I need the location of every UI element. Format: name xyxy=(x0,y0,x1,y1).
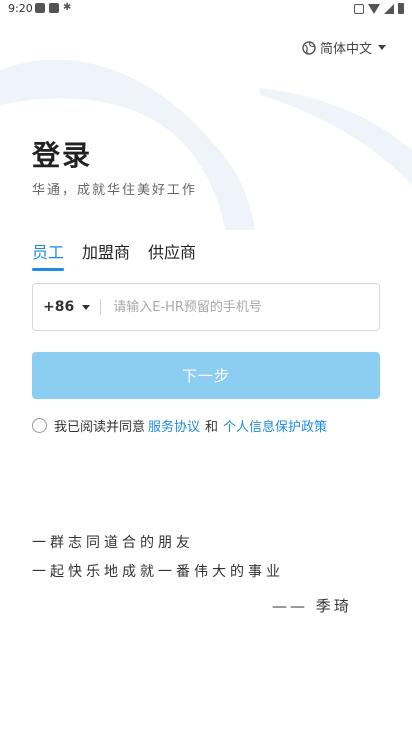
service-agreement-link[interactable]: 服务协议 xyxy=(148,416,200,435)
phone-field: +86 xyxy=(32,283,380,331)
wifi-icon xyxy=(368,3,380,14)
status-bar: 9:20 ✱ xyxy=(0,0,412,18)
battery-icon xyxy=(398,3,404,14)
tab-employee[interactable]: 员工 xyxy=(32,239,65,271)
divider xyxy=(100,299,102,315)
agreement-checkbox[interactable] xyxy=(32,418,47,433)
chevron-down-icon xyxy=(82,304,91,310)
agreement-row: 我已阅读并同意 服务协议 和 个人信息保护政策 xyxy=(32,416,327,435)
background-swoosh xyxy=(0,59,412,230)
country-code-selector[interactable]: +86 xyxy=(33,299,91,315)
agreement-prefix: 我已阅读并同意 xyxy=(54,420,146,435)
quote-author: —— 季琦 xyxy=(272,597,352,615)
app-notification-icon xyxy=(49,3,59,13)
phone-input[interactable] xyxy=(111,298,379,316)
globe-icon xyxy=(302,40,316,55)
tab-supplier[interactable]: 供应商 xyxy=(148,239,196,269)
user-type-tabs: 员工 加盟商 供应商 xyxy=(32,239,214,271)
next-step-button[interactable]: 下一步 xyxy=(32,352,380,399)
agreement-and: 和 xyxy=(205,420,219,435)
app-notification-icon xyxy=(35,3,45,13)
country-code-label: +86 xyxy=(43,299,75,315)
privacy-policy-link[interactable]: 个人信息保护政策 xyxy=(223,416,327,435)
quote-line: 一群志同道合的朋友 xyxy=(32,535,194,551)
language-switcher[interactable]: 简体中文 xyxy=(302,38,386,57)
tab-franchisee[interactable]: 加盟商 xyxy=(82,239,130,269)
language-label: 简体中文 xyxy=(319,42,372,57)
vibrate-icon xyxy=(354,3,364,14)
signal-icon xyxy=(384,3,394,14)
debug-bug-icon: ✱ xyxy=(63,2,72,13)
quote-line: 一起快乐地成就一番伟大的事业 xyxy=(32,564,284,580)
quote: 一群志同道合的朋友 一起快乐地成就一番伟大的事业 xyxy=(32,532,284,590)
status-time: 9:20 xyxy=(8,2,33,15)
chevron-down-icon xyxy=(378,45,386,50)
page-title: 登录 xyxy=(32,139,93,172)
page-subtitle: 华通，成就华住美好工作 xyxy=(32,183,198,198)
